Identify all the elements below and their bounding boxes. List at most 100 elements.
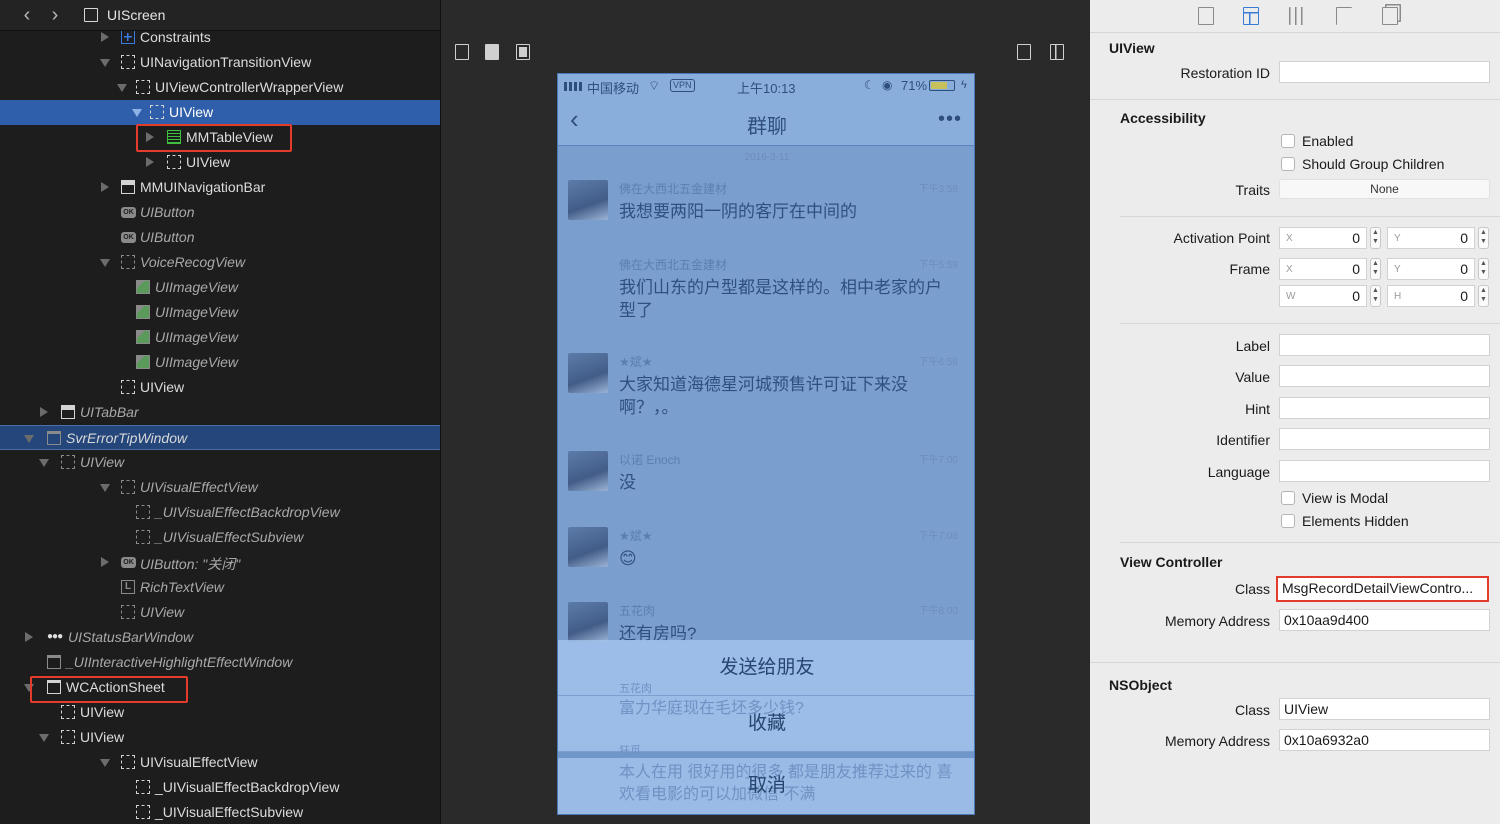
frame-y-field[interactable]: Y0	[1387, 258, 1475, 280]
size-inspector-icon[interactable]	[1336, 7, 1352, 25]
disclosure-expanded-icon[interactable]	[100, 484, 110, 492]
avatar[interactable]	[568, 180, 608, 220]
disclosure-collapsed-icon[interactable]	[146, 132, 154, 142]
tree-row[interactable]: UIImageView	[0, 325, 440, 350]
tree-row[interactable]: UIImageView	[0, 275, 440, 300]
tree-row[interactable]: L RichTextView	[0, 575, 440, 600]
tree-row[interactable]: UITabBar	[0, 400, 440, 425]
object-inspector-icon[interactable]	[1243, 7, 1259, 25]
tree-row[interactable]: UIVisualEffectView	[0, 475, 440, 500]
elements-hidden-checkbox[interactable]	[1281, 514, 1295, 528]
disclosure-expanded-icon[interactable]	[100, 259, 110, 267]
traits-popup[interactable]: None	[1279, 179, 1490, 199]
jump-bar-title[interactable]: UIScreen	[107, 7, 165, 23]
tree-row[interactable]: OK UIButton: "关闭"	[0, 550, 440, 575]
tree-row[interactable]: UIView	[0, 150, 440, 175]
tree-row[interactable]: VoiceRecogView	[0, 250, 440, 275]
wireframe-toggle-icon[interactable]	[455, 44, 469, 60]
disclosure-expanded-icon[interactable]	[100, 59, 110, 67]
disclosure-expanded-icon[interactable]	[39, 459, 49, 467]
disclosure-expanded-icon[interactable]	[117, 84, 127, 92]
enabled-checkbox[interactable]	[1281, 134, 1295, 148]
tree-row[interactable]: MMUINavigationBar	[0, 175, 440, 200]
disclosure-expanded-icon[interactable]	[24, 684, 34, 692]
disclosure-expanded-icon[interactable]	[39, 734, 49, 742]
tree-row[interactable]: UIVisualEffectView	[0, 750, 440, 775]
tree-row[interactable]: _UIVisualEffectBackdropView	[0, 500, 440, 525]
wireframe-contents-toggle-icon[interactable]	[516, 44, 530, 60]
activation-y-field[interactable]: Y0	[1387, 227, 1475, 249]
activation-x-stepper[interactable]: ▲ ▼	[1370, 227, 1381, 249]
tree-row[interactable]: WCActionSheet	[0, 675, 440, 700]
tree-row[interactable]: SvrErrorTipWindow	[0, 425, 440, 450]
tree-row[interactable]: UIImageView	[0, 300, 440, 325]
frame-h-field[interactable]: H0	[1387, 285, 1475, 307]
ns-class-field[interactable]: UIView	[1279, 698, 1490, 720]
avatar[interactable]	[568, 602, 608, 642]
group-children-checkbox[interactable]	[1281, 157, 1295, 171]
disclosure-expanded-icon[interactable]	[24, 435, 34, 443]
disclosure-expanded-icon[interactable]	[132, 109, 142, 117]
layers-inspector-icon[interactable]	[1382, 7, 1398, 25]
contents-toggle-icon[interactable]	[485, 44, 499, 60]
frame-w-field[interactable]: W0	[1279, 285, 1367, 307]
background-sender-name: 狂觅	[619, 745, 641, 757]
avatar[interactable]	[568, 353, 608, 393]
phone-screen[interactable]: 中国移动 ⌔ VPN 上午10:13 ☾ ◉ 71% ϟ ‹ 群聊 ••• 20…	[557, 73, 975, 815]
restoration-id-field[interactable]	[1279, 61, 1490, 83]
tree-row[interactable]: OK UIButton	[0, 200, 440, 225]
identifier-field[interactable]	[1279, 428, 1490, 450]
file-inspector-icon[interactable]	[1198, 7, 1214, 25]
disclosure-collapsed-icon[interactable]	[101, 32, 109, 42]
tree-row[interactable]: _UIVisualEffectSubview	[0, 525, 440, 550]
frame-x-field[interactable]: X0	[1279, 258, 1367, 280]
disclosure-collapsed-icon[interactable]	[146, 157, 154, 167]
vc-class-field[interactable]: MsgRecordDetailViewContro...	[1276, 576, 1489, 602]
view-is-modal-checkbox[interactable]	[1281, 491, 1295, 505]
action-sheet-item[interactable]: 狂觅 本人在用 很好用的很多 都是朋友推荐过来的 喜欢看电影的可以加微信 不满 取消	[558, 745, 974, 814]
value-field[interactable]	[1279, 365, 1490, 387]
tree-row[interactable]: UIView	[0, 450, 440, 475]
vpn-badge: VPN	[670, 79, 695, 92]
frame-h-stepper[interactable]: ▲ ▼	[1478, 285, 1489, 307]
tree-row[interactable]: UIView	[0, 100, 440, 125]
language-field[interactable]	[1279, 460, 1490, 482]
tree-row[interactable]: ●●● UIStatusBarWindow	[0, 625, 440, 650]
tree-row[interactable]: _UIInteractiveHighlightEffectWindow	[0, 650, 440, 675]
tree-row[interactable]: UINavigationTransitionView	[0, 50, 440, 75]
avatar[interactable]	[568, 527, 608, 567]
view-icon	[136, 530, 150, 544]
disclosure-collapsed-icon[interactable]	[25, 632, 33, 642]
vc-memory-field[interactable]: 0x10aa9d400	[1279, 609, 1490, 631]
activation-y-stepper[interactable]: ▲ ▼	[1478, 227, 1489, 249]
label-field[interactable]	[1279, 334, 1490, 356]
tree-row[interactable]: UIView	[0, 725, 440, 750]
tree-row[interactable]: UIViewControllerWrapperView	[0, 75, 440, 100]
canvas-area[interactable]: 中国移动 ⌔ VPN 上午10:13 ☾ ◉ 71% ϟ ‹ 群聊 ••• 20…	[440, 0, 1090, 824]
disclosure-collapsed-icon[interactable]	[101, 557, 109, 567]
tree-row[interactable]: _UIVisualEffectBackdropView	[0, 775, 440, 800]
more-icon[interactable]: •••	[938, 108, 962, 131]
attributes-inspector-icon[interactable]	[1289, 7, 1305, 25]
frame-y-stepper[interactable]: ▲ ▼	[1478, 258, 1489, 280]
disclosure-collapsed-icon[interactable]	[40, 407, 48, 417]
tree-row[interactable]: _UIVisualEffectSubview	[0, 800, 440, 824]
frame-x-stepper[interactable]: ▲ ▼	[1370, 258, 1381, 280]
ns-memory-field[interactable]: 0x10a6932a0	[1279, 729, 1490, 751]
orientation-toggle-icon[interactable]	[1050, 44, 1064, 60]
disclosure-collapsed-icon[interactable]	[101, 182, 109, 192]
tree-row[interactable]: UIView	[0, 700, 440, 725]
tree-row[interactable]: UIView	[0, 375, 440, 400]
back-arrow-icon[interactable]: ‹	[16, 5, 38, 25]
forward-arrow-icon[interactable]: ›	[44, 5, 66, 25]
activation-x-field[interactable]: X0	[1279, 227, 1367, 249]
avatar[interactable]	[568, 451, 608, 491]
tree-row[interactable]: UIView	[0, 600, 440, 625]
tree-row[interactable]: UIImageView	[0, 350, 440, 375]
tree-row[interactable]: OK UIButton	[0, 225, 440, 250]
hint-field[interactable]	[1279, 397, 1490, 419]
frame-w-stepper[interactable]: ▲ ▼	[1370, 285, 1381, 307]
show-clipped-icon[interactable]	[1017, 44, 1031, 60]
tree-row[interactable]: MMTableView	[0, 125, 440, 150]
disclosure-expanded-icon[interactable]	[100, 759, 110, 767]
